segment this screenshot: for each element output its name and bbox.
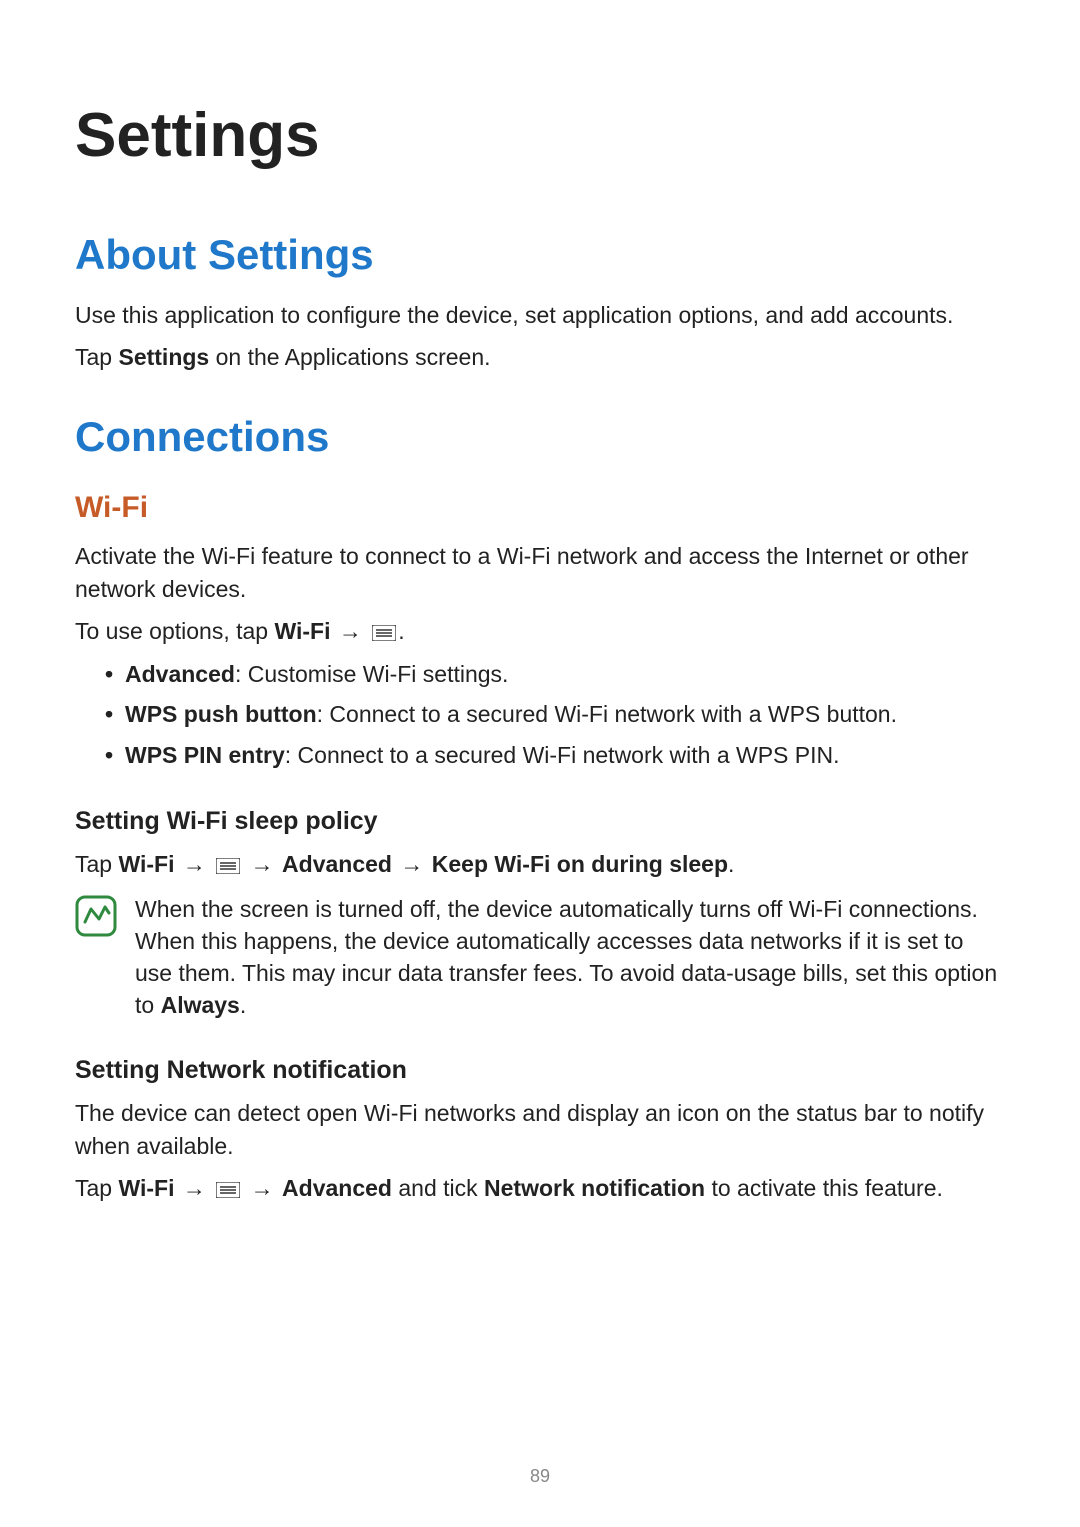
text-fragment: Tap (75, 344, 118, 370)
list-item: WPS PIN entry: Connect to a secured Wi-F… (105, 738, 1005, 773)
network-notification-heading: Setting Network notification (75, 1056, 1005, 1085)
note-text-body: When the screen is turned off, the devic… (135, 896, 997, 1019)
bullet-rest: : Customise Wi-Fi settings. (235, 661, 509, 687)
arrow-icon: → (251, 1172, 274, 1204)
about-settings-paragraph-1: Use this application to configure the de… (75, 299, 1005, 331)
bullet-rest: : Connect to a secured Wi-Fi network wit… (285, 742, 840, 768)
menu-icon (216, 850, 240, 866)
text-fragment: to activate this feature. (705, 1175, 943, 1201)
bullet-bold: WPS push button (125, 701, 317, 727)
arrow-icon: → (400, 848, 423, 880)
text-fragment: Tap (75, 851, 118, 877)
wifi-options-line: To use options, tap Wi-Fi → . (75, 615, 1005, 647)
text-fragment: Tap (75, 1175, 118, 1201)
page-title: Settings (75, 100, 1005, 171)
wifi-paragraph-1: Activate the Wi-Fi feature to connect to… (75, 540, 1005, 604)
always-bold: Always (161, 992, 240, 1018)
arrow-icon: → (183, 848, 206, 880)
wifi-bold: Wi-Fi (118, 1175, 174, 1201)
section-about-settings-heading: About Settings (75, 231, 1005, 279)
network-notification-path: Tap Wi-Fi → → Advanced and tick Network … (75, 1172, 1005, 1204)
text-fragment: To use options, tap (75, 618, 274, 644)
network-notification-bold: Network notification (484, 1175, 705, 1201)
wifi-heading: Wi-Fi (75, 491, 1005, 525)
note-block: When the screen is turned off, the devic… (75, 893, 1005, 1022)
text-fragment: . (240, 992, 246, 1018)
network-notification-paragraph-1: The device can detect open Wi-Fi network… (75, 1097, 1005, 1161)
text-fragment: and tick (392, 1175, 484, 1201)
list-item: WPS push button: Connect to a secured Wi… (105, 697, 1005, 732)
bullet-bold: WPS PIN entry (125, 742, 285, 768)
keep-wifi-bold: Keep Wi-Fi on during sleep (432, 851, 728, 877)
note-text: When the screen is turned off, the devic… (135, 893, 1005, 1022)
wifi-sleep-heading: Setting Wi-Fi sleep policy (75, 807, 1005, 836)
arrow-icon: → (183, 1172, 206, 1204)
page-number: 89 (0, 1466, 1080, 1487)
note-icon (75, 895, 117, 942)
wifi-sleep-path: Tap Wi-Fi → → Advanced → Keep Wi-Fi on d… (75, 848, 1005, 880)
wifi-bold: Wi-Fi (118, 851, 174, 877)
bullet-bold: Advanced (125, 661, 235, 687)
text-fragment: . (728, 851, 734, 877)
list-item: Advanced: Customise Wi-Fi settings. (105, 657, 1005, 692)
menu-icon (216, 1174, 240, 1190)
bullet-rest: : Connect to a secured Wi-Fi network wit… (317, 701, 897, 727)
wifi-options-list: Advanced: Customise Wi-Fi settings. WPS … (75, 657, 1005, 773)
text-fragment: on the Applications screen. (209, 344, 490, 370)
arrow-icon: → (339, 615, 362, 647)
advanced-bold: Advanced (282, 1175, 392, 1201)
text-fragment: . (398, 618, 404, 644)
about-settings-paragraph-2: Tap Settings on the Applications screen. (75, 341, 1005, 373)
advanced-bold: Advanced (282, 851, 392, 877)
menu-icon (372, 617, 396, 633)
arrow-icon: → (251, 848, 274, 880)
settings-bold: Settings (118, 344, 209, 370)
wifi-bold: Wi-Fi (274, 618, 330, 644)
section-connections-heading: Connections (75, 413, 1005, 461)
